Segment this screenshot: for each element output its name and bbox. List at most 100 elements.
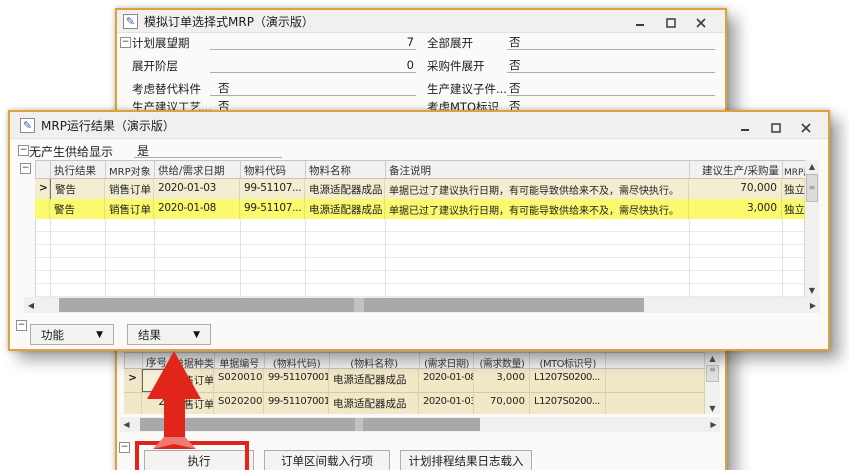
cell-material-name[interactable]: 电源适配器成品: [305, 199, 385, 219]
cell-demand-qty[interactable]: 70,000: [474, 393, 530, 414]
field-value: 否: [509, 34, 521, 50]
cell-doc-no[interactable]: S020010...: [214, 369, 264, 392]
cell-date[interactable]: 2020-01-08: [154, 199, 240, 219]
field-label: 采购件展开: [427, 58, 485, 74]
field-label: 生产建议子件...: [427, 81, 507, 97]
maximize-icon[interactable]: [769, 121, 782, 134]
mrp-result-titlebar[interactable]: ✎ MRP运行结果（演示版）: [10, 112, 828, 139]
column-header-mrp-object[interactable]: MRP对象: [106, 161, 155, 178]
collapse-toggle[interactable]: −: [119, 442, 130, 453]
load-schedule-log-button[interactable]: 计划排程结果日志载入: [400, 450, 532, 470]
collapse-toggle[interactable]: −: [120, 37, 131, 48]
field-value: 7: [212, 35, 414, 49]
column-header-qty[interactable]: 建议生产/采购量: [690, 161, 783, 178]
cell-material-code[interactable]: 99-51107...: [240, 179, 305, 199]
column-header-material-code[interactable]: 物料代码: [241, 161, 306, 178]
v-scrollbar[interactable]: ▲ ≡ ▼: [705, 352, 720, 414]
cell-mrp-attr[interactable]: 独立: [782, 199, 805, 219]
cell-mrp-attr[interactable]: 独立: [782, 179, 805, 199]
cell-mrp-object[interactable]: 销售订单: [105, 179, 154, 199]
cell-demand-date[interactable]: 2020-01-03: [419, 393, 474, 414]
column-header-demand-date[interactable]: (需求日期): [420, 353, 475, 368]
load-order-range-button[interactable]: 订单区间载入行项: [264, 450, 390, 470]
cell-date[interactable]: 2020-01-03: [154, 179, 240, 199]
cell-note[interactable]: 单据已过了建议执行日期，有可能导致供给来不及，需尽快执行。: [385, 179, 689, 199]
scroll-up-icon[interactable]: ▲: [805, 160, 819, 173]
table-row[interactable]: > 销售订单 S020010... 99-51107001... 电源适配器成品…: [124, 369, 706, 392]
scroll-up-icon[interactable]: ▲: [705, 352, 720, 364]
close-icon[interactable]: [694, 16, 707, 29]
minimize-icon[interactable]: [739, 121, 752, 134]
cell-qty[interactable]: 3,000: [689, 199, 782, 219]
cell-mrp-object[interactable]: 销售订单: [105, 199, 154, 219]
column-header-note[interactable]: 备注说明: [386, 161, 690, 178]
v-scroll-thumb[interactable]: ≡: [806, 174, 818, 202]
scroll-down-icon[interactable]: ▼: [705, 402, 720, 414]
result-table-header: 执行结果 MRP对象 供给/需求日期 物料代码 物料名称 备注说明 建议生产/采…: [35, 160, 807, 179]
cell-material-name[interactable]: 电源适配器成品: [305, 179, 385, 199]
cell-mto[interactable]: L1207S0200...: [530, 393, 606, 414]
minimize-icon[interactable]: [634, 16, 647, 29]
filler-column-header: [606, 353, 705, 368]
column-header-mto[interactable]: (MTO标识号): [530, 353, 606, 368]
screenshot-root: ✎ 模拟订单选择式MRP（演示版） − 计划展望期 7 展开阶层 0 考虑替代料…: [0, 0, 849, 470]
chevron-down-icon: ▼: [96, 330, 103, 340]
function-dropdown[interactable]: 功能 ▼: [30, 324, 114, 345]
cell-material-code[interactable]: 99-51107...: [240, 199, 305, 219]
thumb-notch: [354, 298, 364, 312]
cell-result[interactable]: 警告: [50, 199, 105, 219]
collapse-toggle[interactable]: −: [16, 320, 27, 331]
field-value: 0: [212, 58, 414, 72]
field-label: 展开阶层: [132, 58, 178, 74]
scroll-right-icon[interactable]: ▶: [806, 297, 820, 313]
field-label: 计划展望期: [132, 35, 190, 51]
column-header-material-code[interactable]: (物料代码): [265, 353, 330, 368]
cell-demand-qty[interactable]: 3,000: [474, 369, 530, 392]
column-header-material-name[interactable]: 物料名称: [306, 161, 386, 178]
scroll-down-icon[interactable]: ▼: [805, 284, 819, 297]
h-scrollbar[interactable]: ◀ ▶: [120, 417, 720, 432]
thumb-grip-icon: ≡: [807, 184, 817, 192]
scroll-left-icon[interactable]: ◀: [24, 297, 38, 313]
function-dropdown-label: 功能: [41, 327, 64, 343]
column-header-mrp-attr[interactable]: MRP属: [783, 161, 806, 178]
v-scroll-thumb[interactable]: ≡: [706, 365, 719, 382]
table-row[interactable]: 2 销售订单 S020200... 99-51107001... 电源适配器成品…: [124, 392, 706, 414]
table-row[interactable]: 警告 销售订单 2020-01-08 99-51107... 电源适配器成品 单…: [35, 199, 807, 219]
column-header-result[interactable]: 执行结果: [51, 161, 106, 178]
filter-label: 无产生供给显示: [29, 143, 113, 160]
cell-result[interactable]: 警告: [50, 179, 105, 199]
close-icon[interactable]: [799, 121, 812, 134]
mrp-params-title: 模拟订单选择式MRP（演示版）: [144, 13, 314, 30]
cell-material-name[interactable]: 电源适配器成品: [329, 393, 419, 414]
cell-material-code[interactable]: 99-51107001...: [264, 369, 329, 392]
result-dropdown-label: 结果: [138, 327, 161, 343]
collapse-toggle[interactable]: −: [18, 145, 29, 156]
column-header-material-name[interactable]: (物料名称): [330, 353, 420, 368]
h-scrollbar[interactable]: ◀ ▶: [24, 297, 820, 313]
result-dropdown[interactable]: 结果 ▼: [127, 324, 211, 345]
v-scrollbar[interactable]: ▲ ≡ ▼: [805, 160, 819, 297]
thumb-notch: [355, 418, 363, 431]
scroll-right-icon[interactable]: ▶: [707, 417, 720, 432]
table-row[interactable]: > 警告 销售订单 2020-01-03 99-51107... 电源适配器成品…: [35, 179, 807, 199]
column-header-doc-no[interactable]: 单据编号: [215, 353, 265, 368]
mrp-result-title: MRP运行结果（演示版）: [41, 117, 175, 134]
maximize-icon[interactable]: [664, 16, 677, 29]
field-value: 否: [509, 80, 521, 96]
column-header-demand-qty[interactable]: (需求数量): [474, 353, 530, 368]
h-scroll-thumb[interactable]: [59, 298, 644, 312]
cell-mto[interactable]: L1207S0200...: [530, 369, 606, 392]
scroll-left-icon[interactable]: ◀: [120, 417, 133, 432]
collapse-toggle[interactable]: −: [20, 163, 31, 174]
cell-qty[interactable]: 70,000: [689, 179, 782, 199]
cell-material-name[interactable]: 电源适配器成品: [329, 369, 419, 392]
cell-demand-date[interactable]: 2020-01-08: [419, 369, 474, 392]
cell-note[interactable]: 单据已过了建议执行日期，有可能导致供给来不及，需尽快执行。: [385, 199, 689, 219]
edit-window-icon: ✎: [20, 118, 35, 133]
cell-material-code[interactable]: 99-51107001...: [264, 393, 329, 414]
cell-doc-no[interactable]: S020200...: [214, 393, 264, 414]
mrp-result-window: ✎ MRP运行结果（演示版） − 无产生供给显示 是 − 执行结果 MRP对象 …: [8, 110, 830, 351]
column-header-date[interactable]: 供给/需求日期: [155, 161, 241, 178]
field-label: 全部展开: [427, 35, 473, 51]
